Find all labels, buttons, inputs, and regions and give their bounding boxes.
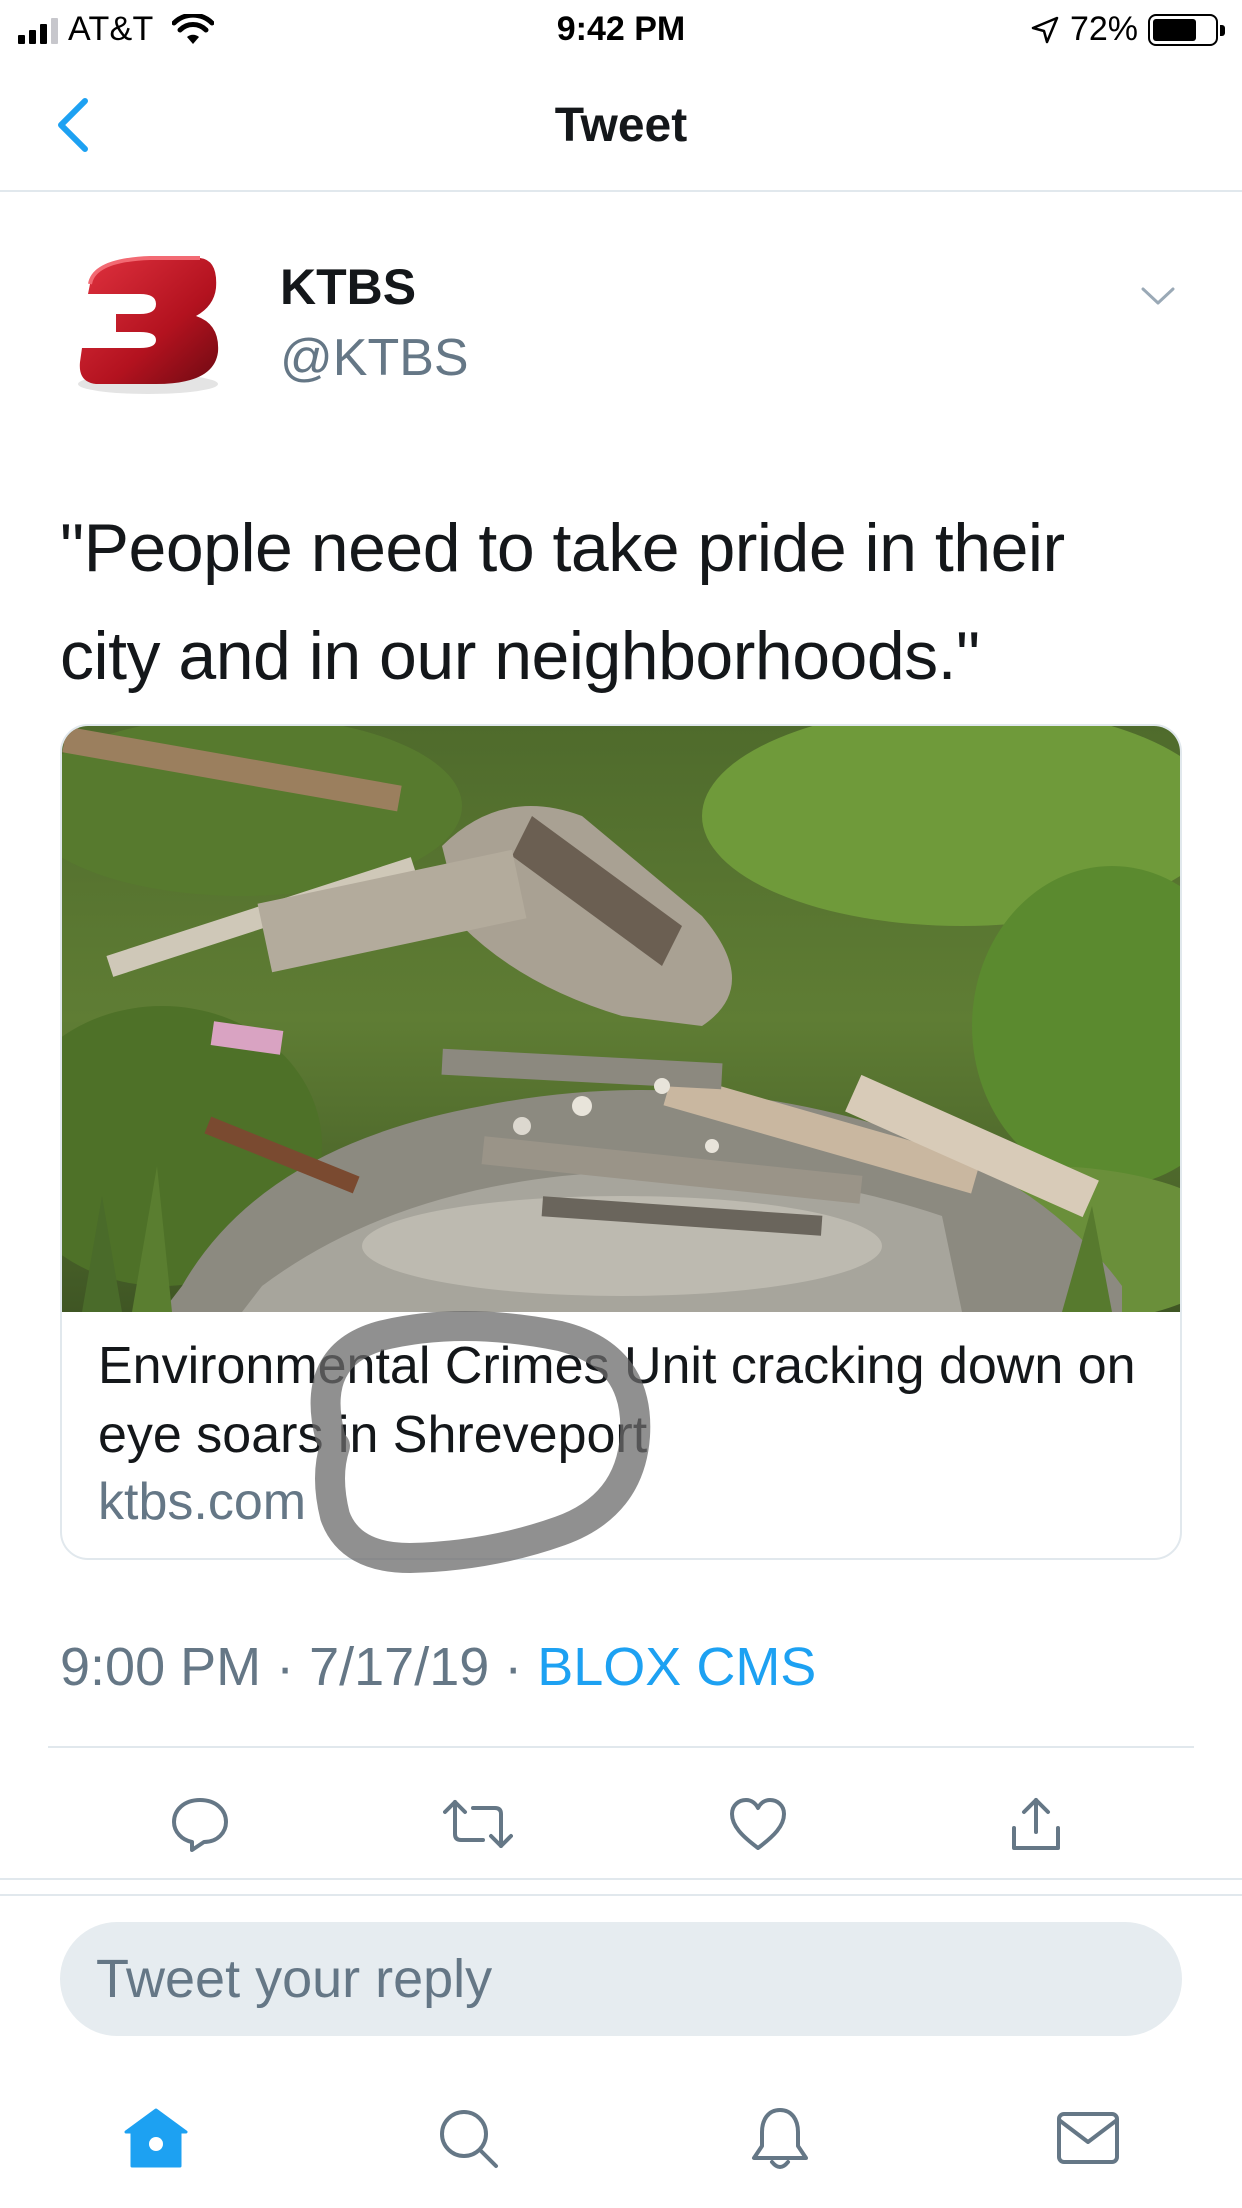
- battery-percentage: 72%: [1069, 10, 1138, 48]
- home-icon: [124, 2108, 188, 2168]
- reply-placeholder: Tweet your reply: [96, 1949, 493, 2009]
- share-button[interactable]: [996, 1784, 1076, 1864]
- card-title[interactable]: Environmental Crimes Unit cracking down …: [98, 1332, 1138, 1470]
- tab-messages[interactable]: [1048, 2098, 1128, 2178]
- battery-icon: [1148, 13, 1225, 46]
- heart-icon: [730, 1798, 786, 1850]
- tab-notifications[interactable]: [740, 2098, 820, 2178]
- divider: [48, 1746, 1194, 1748]
- reply-button[interactable]: [160, 1784, 240, 1864]
- bell-icon: [752, 2108, 808, 2169]
- search-icon: [440, 2110, 498, 2168]
- tweet-author: KTBS @KTBS: [60, 244, 1182, 404]
- share-icon: [1012, 1798, 1060, 1850]
- retweet-button[interactable]: [438, 1784, 518, 1864]
- tweet-timestamp: 9:00 PM · 7/17/19 ·: [60, 1637, 538, 1697]
- tab-home[interactable]: [116, 2098, 196, 2178]
- tab-search[interactable]: [428, 2098, 508, 2178]
- divider: [0, 1878, 1242, 1880]
- author-name[interactable]: KTBS: [280, 258, 416, 316]
- mail-icon: [1057, 2112, 1119, 2164]
- author-handle[interactable]: @KTBS: [280, 328, 469, 388]
- card-body[interactable]: Environmental Crimes Unit cracking down …: [62, 1312, 1180, 1558]
- chevron-down-icon: [1141, 287, 1175, 305]
- tweet-source-link[interactable]: BLOX CMS: [537, 1637, 816, 1697]
- card-domain: ktbs.com: [98, 1473, 307, 1531]
- divider: [0, 1894, 1242, 1896]
- status-right: 72%: [1030, 10, 1225, 49]
- navigation-bar: Tweet: [0, 62, 1242, 192]
- more-options-button[interactable]: [1134, 276, 1182, 316]
- page-title: Tweet: [554, 99, 688, 152]
- tweet-actions: [0, 1770, 1242, 1880]
- status-bar: AT&T 9:42 PM 72%: [0, 0, 1242, 62]
- tweet-text: "People need to take pride in their city…: [60, 510, 1065, 694]
- like-button[interactable]: [718, 1784, 798, 1864]
- reply-icon: [172, 1798, 228, 1852]
- retweet-icon: [443, 1800, 513, 1848]
- location-arrow-icon: [1031, 16, 1059, 43]
- tab-bar: [0, 2078, 1242, 2208]
- tweet-meta: 9:00 PM · 7/17/19 · BLOX CMS: [60, 1636, 816, 1698]
- link-card[interactable]: Environmental Crimes Unit cracking down …: [60, 724, 1182, 1560]
- reply-input[interactable]: Tweet your reply: [60, 1922, 1182, 2036]
- avatar[interactable]: [60, 244, 230, 404]
- card-image[interactable]: [62, 726, 1182, 1312]
